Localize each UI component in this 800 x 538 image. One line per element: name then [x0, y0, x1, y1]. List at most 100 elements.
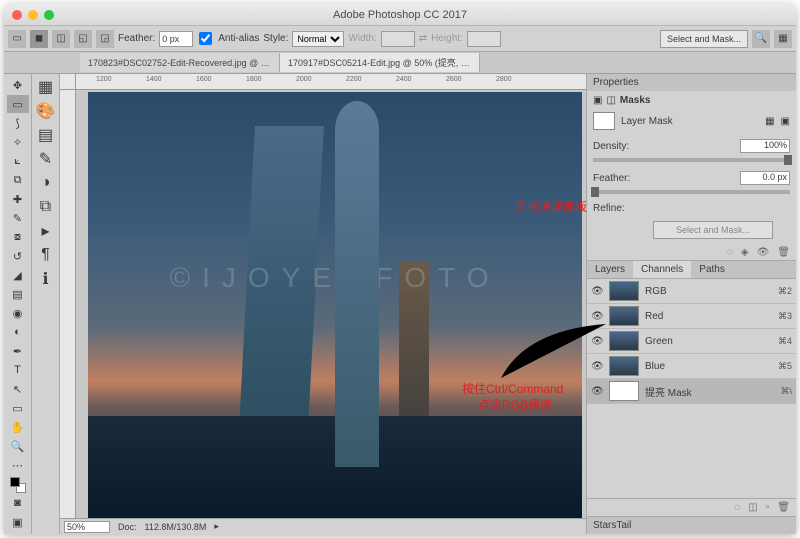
quickmask-toggle[interactable]: ◙	[7, 494, 29, 512]
doc-tab-2[interactable]: 170917#DSC05214-Edit.jpg @ 50% (提亮, Laye…	[280, 53, 480, 72]
color-panel-icon[interactable]: 🎨	[35, 100, 57, 122]
selection-new-icon[interactable]: ◼	[30, 30, 48, 48]
visibility-icon[interactable]: 👁	[591, 336, 603, 347]
hand-tool[interactable]: ✋	[7, 418, 29, 436]
selection-add-icon[interactable]: ◫	[52, 30, 70, 48]
gradient-tool[interactable]: ▤	[7, 285, 29, 303]
channel-blue[interactable]: 👁 Blue ⌘5	[587, 354, 796, 379]
layer-mask-thumb[interactable]	[593, 112, 615, 130]
new-channel-icon[interactable]: ▫	[766, 502, 770, 513]
stamp-tool[interactable]: ⧇	[7, 228, 29, 246]
dodge-tool[interactable]: ◐	[7, 323, 29, 341]
workspace-icon[interactable]: ▦	[774, 30, 792, 48]
refine-select-mask-button[interactable]: Select and Mask...	[653, 221, 773, 239]
mask-mode-icon[interactable]: ▣	[593, 95, 602, 106]
doc-tab-1[interactable]: 170823#DSC02752-Edit-Recovered.jpg @ 200…	[80, 53, 280, 72]
canvas-area: 1200 1400 1600 1800 2000 2200 2400 2600 …	[60, 74, 586, 534]
screenmode-toggle[interactable]: ▣	[7, 513, 29, 531]
channel-mask[interactable]: 👁 提亮 Mask ⌘\	[587, 379, 796, 404]
visibility-icon[interactable]: 👁	[591, 311, 603, 322]
starstail-panel-header[interactable]: StarsTail	[587, 517, 796, 534]
visibility-icon[interactable]: 👁	[591, 361, 603, 372]
marquee-tool-icon[interactable]: ▭	[8, 30, 26, 48]
tab-paths[interactable]: Paths	[691, 261, 733, 278]
zoom-input[interactable]: 50%	[64, 521, 110, 533]
history-panel-icon[interactable]: ▦	[35, 76, 57, 98]
tab-channels[interactable]: Channels	[633, 261, 691, 278]
brush-tool[interactable]: ✎	[7, 209, 29, 227]
wand-tool[interactable]: ✧	[7, 133, 29, 151]
vector-mask-icon[interactable]: ▣	[781, 116, 790, 127]
status-bar: 50% Doc: 112.8M/130.8M ▸	[60, 518, 586, 534]
path-tool[interactable]: ↖	[7, 380, 29, 398]
canvas[interactable]: ©IJOYERFOTO	[88, 92, 582, 518]
delete-channel-icon[interactable]: 🗑	[777, 502, 790, 513]
history-brush-tool[interactable]: ↺	[7, 247, 29, 265]
feather-slider[interactable]	[593, 190, 790, 194]
save-selection-icon[interactable]: ◫	[748, 502, 757, 513]
move-tool[interactable]: ✥	[7, 76, 29, 94]
properties-panel: Properties ▣ ◫ Masks Layer Mask ▦ ▣	[587, 74, 796, 261]
density-input[interactable]: 100%	[740, 139, 790, 153]
channel-thumb	[609, 381, 639, 401]
edit-toolbar[interactable]: ⋯	[7, 456, 29, 474]
mask-mode-icon-2[interactable]: ◫	[606, 95, 615, 106]
shape-tool[interactable]: ▭	[7, 399, 29, 417]
load-selection-icon[interactable]: ◌	[734, 502, 740, 513]
delete-mask-icon[interactable]: 🗑	[777, 247, 790, 258]
ruler-vertical[interactable]	[60, 90, 76, 518]
pixel-mask-icon[interactable]: ▦	[765, 116, 774, 127]
selection-subtract-icon[interactable]: ◱	[74, 30, 92, 48]
feather-input[interactable]: 0 px	[159, 31, 193, 47]
search-icon[interactable]: 🔍	[752, 30, 770, 48]
styles-panel-icon[interactable]: ⧉	[35, 196, 57, 218]
density-slider[interactable]	[593, 158, 790, 162]
marquee-tool[interactable]: ▭	[7, 95, 29, 113]
select-and-mask-button[interactable]: Select and Mask...	[660, 30, 748, 48]
type-tool[interactable]: T	[7, 361, 29, 379]
docinfo-label: Doc:	[118, 522, 137, 532]
ruler-horizontal[interactable]: 1200 1400 1600 1800 2000 2200 2400 2600 …	[76, 74, 586, 90]
swatches-panel-icon[interactable]: ▤	[35, 124, 57, 146]
mask-from-sel-icon[interactable]: ◌	[727, 247, 733, 258]
blur-tool[interactable]: ◉	[7, 304, 29, 322]
toolbox: ✥ ▭ ⟆ ✧ ⟀ ⧉ ✚ ✎ ⧇ ↺ ◢ ▤ ◉ ◐ ✒ T ↖ ▭ ✋ 🔍 …	[4, 74, 32, 534]
actions-panel-icon[interactable]: ▸	[35, 220, 57, 242]
tab-layers[interactable]: Layers	[587, 261, 633, 278]
titlebar: Adobe Photoshop CC 2017	[4, 4, 796, 26]
eraser-tool[interactable]: ◢	[7, 266, 29, 284]
channel-thumb	[609, 281, 639, 301]
docinfo-chevron-icon[interactable]: ▸	[214, 521, 219, 532]
anti-alias-label: Anti-alias	[218, 33, 259, 44]
eyedropper-tool[interactable]: ⧉	[7, 171, 29, 189]
width-input	[381, 31, 415, 47]
ruler-origin[interactable]	[60, 74, 76, 90]
visibility-icon[interactable]: 👁	[591, 386, 603, 397]
app-window: Adobe Photoshop CC 2017 ▭ ◼ ◫ ◱ ◲ Feathe…	[4, 4, 796, 534]
crop-tool[interactable]: ⟀	[7, 152, 29, 170]
mask-feather-label: Feather:	[593, 173, 630, 184]
channel-thumb	[609, 306, 639, 326]
app-title: Adobe Photoshop CC 2017	[4, 9, 796, 21]
brushes-panel-icon[interactable]: ✎	[35, 148, 57, 170]
style-select[interactable]: Normal	[292, 31, 344, 47]
channel-red[interactable]: 👁 Red ⌘3	[587, 304, 796, 329]
lasso-tool[interactable]: ⟆	[7, 114, 29, 132]
paragraph-panel-icon[interactable]: ¶	[35, 244, 57, 266]
anti-alias-checkbox[interactable]	[199, 32, 212, 45]
color-swatch[interactable]	[8, 477, 28, 493]
channel-green[interactable]: 👁 Green ⌘4	[587, 329, 796, 354]
zoom-tool[interactable]: 🔍	[7, 437, 29, 455]
properties-panel-header[interactable]: Properties	[587, 74, 796, 91]
toggle-mask-icon[interactable]: 👁	[757, 247, 770, 258]
selection-intersect-icon[interactable]: ◲	[96, 30, 114, 48]
height-label: Height:	[431, 33, 463, 44]
mask-feather-input[interactable]: 0.0 px	[740, 171, 790, 185]
info-panel-icon[interactable]: ℹ	[35, 268, 57, 290]
apply-mask-icon[interactable]: ◈	[741, 247, 749, 258]
healing-tool[interactable]: ✚	[7, 190, 29, 208]
channel-rgb[interactable]: 👁 RGB ⌘2	[587, 279, 796, 304]
visibility-icon[interactable]: 👁	[591, 286, 603, 297]
pen-tool[interactable]: ✒	[7, 342, 29, 360]
adjust-panel-icon[interactable]: ◑	[35, 172, 57, 194]
